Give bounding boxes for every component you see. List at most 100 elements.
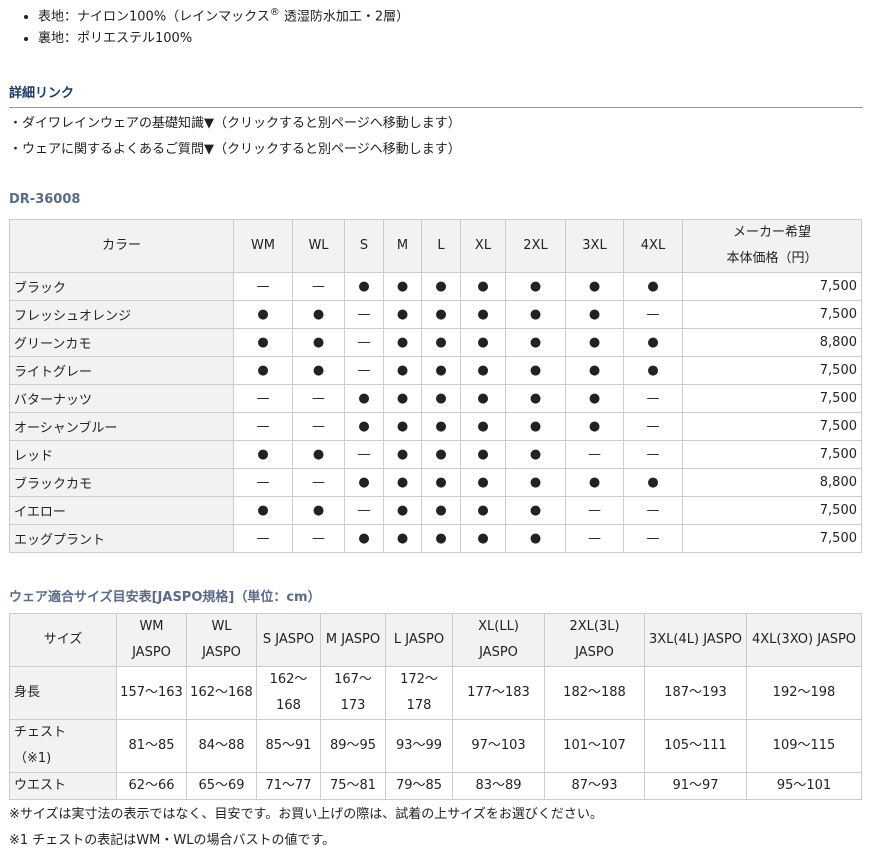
size-notes: ※サイズは実寸法の表示ではなく、目安です。お買い上げの際は、試着の上サイズをお選… xyxy=(9,806,603,858)
unavailable-mark: — xyxy=(233,524,293,553)
available-mark: ● xyxy=(623,272,683,301)
measure-value-line: 109〜115 xyxy=(772,738,836,753)
available-mark: ● xyxy=(292,356,345,385)
measure-value-line: 172〜 xyxy=(400,672,438,687)
measure-value-line: 168 xyxy=(276,698,301,713)
measure-value-line: 187〜193 xyxy=(664,685,727,700)
link-rainwear-basics[interactable]: ・ダイワレインウェアの基礎知識▼（クリックすると別ページへ移動します） xyxy=(9,115,461,141)
size-header-line: M JASPO xyxy=(325,632,381,647)
price-cell: 7,500 xyxy=(682,356,862,385)
unavailable-mark: — xyxy=(344,356,384,385)
measure-value: 84〜88 xyxy=(186,719,257,773)
color-row: オーシャンブルー — — ● ● ● ● ● ● —7,500 xyxy=(9,412,862,441)
size-header: WM JASPO xyxy=(116,613,187,667)
header-color: カラー xyxy=(9,219,234,273)
available-mark: ● xyxy=(460,384,506,413)
unavailable-mark: — xyxy=(565,496,624,525)
available-mark: ● xyxy=(421,356,461,385)
registered-mark: ® xyxy=(269,7,280,18)
available-mark: ● xyxy=(505,468,566,497)
color-name: イエロー xyxy=(9,496,234,525)
measure-value-line: 89〜95 xyxy=(329,738,377,753)
available-mark: ● xyxy=(421,440,461,469)
measure-label-line: 身長 xyxy=(14,685,41,700)
size-chart-heading: ウェア適合サイズ目安表[JASPO規格]（単位：cm） xyxy=(9,590,321,605)
size-header-line: XL(LL) xyxy=(478,619,519,634)
unavailable-mark: — xyxy=(623,384,683,413)
price-cell: 7,500 xyxy=(682,440,862,469)
measure-value: 85〜91 xyxy=(256,719,321,773)
price-cell: 8,800 xyxy=(682,468,862,497)
header-size: M xyxy=(383,219,422,273)
measure-value: 87〜93 xyxy=(544,772,645,800)
measure-value: 71〜77 xyxy=(256,772,321,800)
available-mark: ● xyxy=(505,272,566,301)
header-size: 4XL xyxy=(623,219,683,273)
unavailable-mark: — xyxy=(233,468,293,497)
unavailable-mark: — xyxy=(344,328,384,357)
header-size: S xyxy=(344,219,384,273)
measure-value-line: 162〜 xyxy=(269,672,308,687)
available-mark: ● xyxy=(233,440,293,469)
price-cell: 7,500 xyxy=(682,524,862,553)
unavailable-mark: — xyxy=(623,496,683,525)
measure-value-line: 85〜91 xyxy=(265,738,312,753)
available-mark: ● xyxy=(344,412,384,441)
available-mark: ● xyxy=(565,300,624,329)
color-name: ライトグレー xyxy=(9,356,234,385)
link-wear-faq[interactable]: ・ウェアに関するよくあるご質問▼（クリックすると別ページへ移動します） xyxy=(9,141,461,167)
size-header: 2XL(3L) JASPO xyxy=(544,613,645,667)
material-outer: 表地：ナイロン100%（レインマックス® 透湿防水加工・2層） xyxy=(38,4,409,30)
color-name: フレッシュオレンジ xyxy=(9,300,234,329)
measure-value: 157〜163 xyxy=(116,666,187,720)
unavailable-mark: — xyxy=(233,412,293,441)
measure-value: 81〜85 xyxy=(116,719,187,773)
header-size: 2XL xyxy=(505,219,566,273)
available-mark: ● xyxy=(421,272,461,301)
size-chart-table: サイズ WM JASPO WL JASPO S JASPO M JASPO L JASPO XL… xyxy=(9,613,862,800)
size-header-line: WL xyxy=(211,619,232,634)
available-mark: ● xyxy=(383,300,422,329)
header-price-line: メーカー希望 xyxy=(732,225,811,240)
size-header: XL(LL) JASPO xyxy=(452,613,545,667)
size-header-line: 4XL(3XO) JASPO xyxy=(751,632,857,647)
size-header-line: JASPO xyxy=(202,645,241,660)
measure-value-line: 101〜107 xyxy=(563,738,626,753)
color-name: グリーンカモ xyxy=(9,328,234,357)
measure-value-line: 62〜66 xyxy=(128,778,175,793)
size-header-line: L JASPO xyxy=(393,632,445,647)
price-cell: 7,500 xyxy=(682,384,862,413)
material-list: 表地：ナイロン100%（レインマックス® 透湿防水加工・2層） 裏地：ポリエステ… xyxy=(20,4,409,56)
available-mark: ● xyxy=(421,300,461,329)
available-mark: ● xyxy=(505,524,566,553)
available-mark: ● xyxy=(233,496,293,525)
color-row: ライトグレー ● ● — ● ● ● ● ● ● 7,500 xyxy=(9,356,862,385)
color-name: エッグプラント xyxy=(9,524,234,553)
size-header: L JASPO xyxy=(385,613,453,667)
available-mark: ● xyxy=(460,356,506,385)
color-row: ブラックカモ — — ● ● ● ● ● ● ● 8,800 xyxy=(9,468,862,497)
available-mark: ● xyxy=(565,468,624,497)
unavailable-mark: — xyxy=(565,524,624,553)
available-mark: ● xyxy=(292,300,345,329)
color-row: エッグプラント — — ● ● ● ● ● — —7,500 xyxy=(9,524,862,553)
header-size: 3XL xyxy=(565,219,624,273)
unavailable-mark: — xyxy=(292,272,345,301)
unavailable-mark: — xyxy=(344,440,384,469)
available-mark: ● xyxy=(623,356,683,385)
measure-value: 167〜 173 xyxy=(320,666,386,720)
material-lining: 裏地：ポリエステル100% xyxy=(38,30,409,56)
unavailable-mark: — xyxy=(623,412,683,441)
measure-value-line: 173 xyxy=(340,698,366,713)
unavailable-mark: — xyxy=(233,384,293,413)
available-mark: ● xyxy=(292,440,345,469)
price-cell: 8,800 xyxy=(682,328,862,357)
available-mark: ● xyxy=(505,440,566,469)
measure-value: 177〜183 xyxy=(452,666,545,720)
measure-value: 65〜69 xyxy=(186,772,257,800)
available-mark: ● xyxy=(233,328,293,357)
header-price: メーカー希望 本体価格（円） xyxy=(682,219,862,273)
measure-value: 89〜95 xyxy=(320,719,386,773)
unavailable-mark: — xyxy=(292,524,345,553)
size-row: ウエスト 62〜66 65〜69 71〜77 75〜81 79〜85 83〜89 87〜93 9… xyxy=(9,772,862,800)
